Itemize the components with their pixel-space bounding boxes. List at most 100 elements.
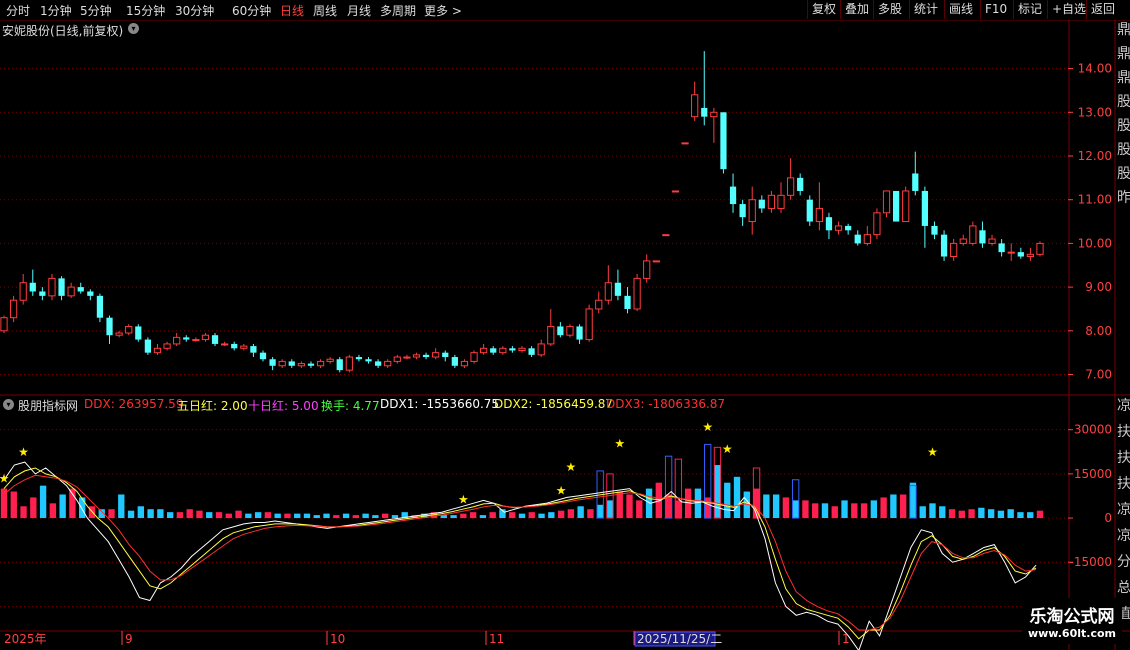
candle-body [259, 352, 267, 360]
candle-body [786, 177, 795, 196]
candle-body [940, 234, 948, 257]
ddx-bar [597, 504, 604, 519]
candle-body [797, 177, 804, 191]
candle-body [231, 343, 238, 349]
price-tick-label: 14.00 [1078, 62, 1112, 76]
candle-body [480, 347, 488, 354]
star-signal: ★ [18, 445, 29, 459]
candle-body [106, 317, 113, 336]
time-label: 10 [330, 632, 345, 646]
time-label: 2025年 [4, 632, 47, 646]
ddx-bar [772, 494, 780, 519]
side-panel-text: 鼎 [1117, 46, 1130, 62]
candle-body [250, 346, 257, 353]
candle-body [931, 225, 938, 235]
watermark: 乐淘公式网 www.60lt.com [1021, 598, 1122, 644]
candle-body [288, 361, 295, 366]
ddx-bar [333, 515, 340, 519]
ddx-bar [841, 500, 848, 519]
candle-body [39, 291, 46, 296]
candle-body [979, 230, 986, 244]
candle-body [912, 173, 919, 191]
ddx-bar [929, 503, 936, 519]
candle-body [988, 238, 996, 244]
ddx-bar [987, 509, 995, 519]
candle-body [691, 94, 699, 118]
ddx-bar [69, 488, 76, 519]
candle-body [998, 243, 1005, 253]
candle-body [384, 360, 392, 367]
candle-body [959, 238, 967, 244]
time-label-highlight: 2025/11/25/二 [637, 632, 722, 646]
candle-body [29, 282, 36, 292]
ddx-bar [997, 510, 1005, 519]
ddx-bar [147, 509, 154, 519]
candle-body [854, 234, 861, 244]
candle-body [595, 299, 603, 310]
ddx-bar [616, 491, 623, 519]
indicator-tick-label: 0 [1104, 511, 1112, 525]
candle-body [825, 217, 833, 231]
candle-body [1036, 242, 1044, 255]
side-panel-text: 扶 [1117, 476, 1130, 492]
candle-body [221, 343, 229, 346]
time-label: 1 [842, 632, 850, 646]
ddx-bar [137, 506, 145, 519]
candle-body [681, 142, 689, 145]
ddx-bar [548, 512, 555, 519]
candle-body [1007, 251, 1015, 254]
candle-body [643, 260, 651, 279]
candle-body [269, 359, 276, 366]
candle-body [48, 277, 56, 297]
ddx-bar [274, 513, 281, 519]
ddx-bar [899, 494, 907, 519]
ddx-bar [958, 510, 965, 519]
ddx-bar [460, 513, 467, 519]
ddx-bar [245, 513, 252, 519]
candle-body [58, 278, 65, 296]
candle-body [758, 199, 765, 209]
candle-body [834, 225, 843, 231]
candle-body [624, 295, 631, 309]
candle-body [240, 345, 248, 349]
candle-body [701, 107, 708, 117]
side-panel-text: 总 [1117, 580, 1130, 596]
candle-body [614, 282, 622, 296]
candle-body [163, 343, 171, 349]
ddx-bar [479, 515, 487, 519]
candle-body [720, 112, 727, 170]
ddx-bar [939, 506, 946, 519]
ddx-bar [557, 510, 565, 519]
candle-body [365, 359, 372, 362]
ddx-bar [528, 512, 535, 519]
candle-body [518, 347, 526, 351]
ddx-bar [821, 503, 829, 519]
candle-body [135, 326, 142, 340]
ddx-bar [518, 513, 526, 519]
price-tick-label: 13.00 [1078, 105, 1112, 119]
candle-body [96, 295, 104, 318]
indicator-tick-label: 15000 [1074, 467, 1112, 481]
ddx-bar [30, 497, 37, 519]
ddx-bar [763, 494, 770, 519]
ddx-bar [704, 497, 711, 519]
ddx-bar [225, 513, 232, 519]
candle-body [1026, 253, 1035, 258]
star-signal: ★ [702, 420, 713, 434]
side-panel-text: 鼎 [1117, 70, 1130, 86]
ddx-bar [880, 497, 887, 519]
ddx-bar [1027, 512, 1034, 519]
candle-body [326, 358, 334, 362]
candle-body [374, 361, 382, 366]
candle-body [547, 325, 555, 345]
kline-chart[interactable]: 14.00 13.00 12.00 11.00 10.00 9.00 8.00 7.00 300… [0, 0, 1130, 650]
candle-body [19, 282, 27, 301]
ddx-bar [49, 503, 57, 519]
candle-body [192, 339, 200, 342]
candle-body [633, 277, 641, 310]
price-tick-label: 7.00 [1085, 368, 1112, 382]
candle-body [432, 352, 440, 358]
ddx-bar [391, 515, 399, 519]
candle-body [412, 354, 421, 358]
candle-body [153, 347, 162, 354]
